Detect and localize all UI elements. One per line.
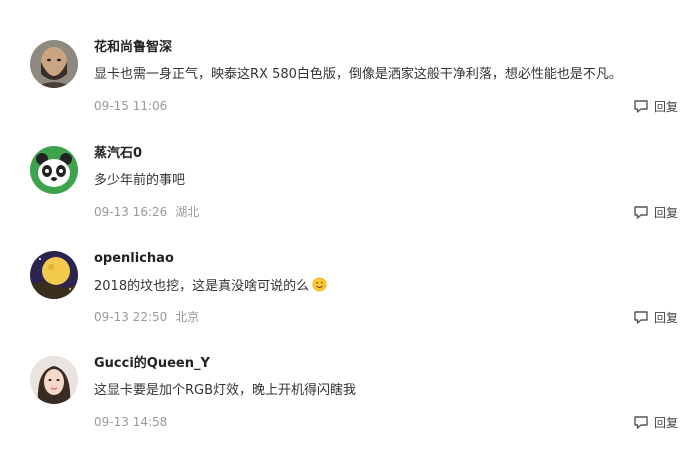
reply-label: 回复 [653, 99, 678, 114]
comment-meta: 09-15 11:06 [94, 98, 167, 114]
comment-meta: 09-13 22:50 北京 [94, 309, 199, 325]
reply-button[interactable]: 回复 [633, 413, 678, 431]
moon-night-avatar-icon [30, 251, 78, 299]
reply-button[interactable]: 回复 [633, 203, 678, 221]
comment-item: Gucci的Queen_Y 这显卡要是加个RGB灯效，晚上开机得闪瞎我 09-1… [0, 356, 686, 460]
comment-list: 花和尚鲁智深 显卡也需一身正气，映泰这RX 580白色版，倒像是洒家这般干净利落… [0, 0, 686, 449]
comment-time: 09-15 11:06 [94, 99, 168, 113]
comment-location: 北京 [175, 310, 200, 324]
username[interactable]: Gucci的Queen_Y [94, 356, 210, 372]
comment-text-body: 2018的坟也挖，这是真没啥可说的么 [94, 279, 310, 294]
comment-item: 花和尚鲁智深 显卡也需一身正气，映泰这RX 580白色版，倒像是洒家这般干净利落… [0, 40, 686, 144]
username[interactable]: openlichao [94, 251, 174, 267]
user-avatar[interactable] [30, 146, 78, 194]
comment-bubble-icon [634, 311, 648, 324]
reply-button[interactable]: 回复 [633, 97, 678, 115]
user-avatar[interactable] [30, 251, 78, 299]
comment-item: openlichao 2018的坟也挖，这是真没啥可说的么 09-13 22:5… [0, 251, 686, 355]
comment-text: 2018的坟也挖，这是真没啥可说的么 [94, 277, 327, 296]
comment-bubble-icon [634, 206, 648, 219]
username[interactable]: 蒸汽石0 [94, 146, 142, 162]
bearded-man-avatar-icon [30, 40, 78, 88]
reply-label: 回复 [653, 205, 678, 220]
user-avatar[interactable] [30, 40, 78, 88]
comment-bubble-icon [634, 416, 648, 429]
comment-text: 这显卡要是加个RGB灯效，晚上开机得闪瞎我 [94, 383, 357, 398]
comment-item: 蒸汽石0 多少年前的事吧 09-13 16:26 湖北 回复 [0, 146, 686, 250]
reply-button[interactable]: 回复 [633, 308, 678, 326]
comment-time: 09-13 22:50 [94, 310, 168, 324]
comment-text: 多少年前的事吧 [94, 173, 186, 188]
comment-bubble-icon [634, 100, 648, 113]
reply-label: 回复 [653, 310, 678, 325]
panda-avatar-icon [30, 146, 78, 194]
comment-time: 09-13 16:26 [94, 205, 168, 219]
comment-meta: 09-13 16:26 湖北 [94, 204, 199, 220]
username[interactable]: 花和尚鲁智深 [94, 40, 172, 56]
reply-label: 回复 [653, 415, 678, 430]
woman-portrait-avatar-icon [30, 356, 78, 404]
comment-text: 显卡也需一身正气，映泰这RX 580白色版，倒像是洒家这般干净利落，想必性能也是… [94, 67, 622, 82]
comment-time: 09-13 14:58 [94, 415, 168, 429]
smiling-face-emoji-icon [312, 277, 327, 292]
comment-location: 湖北 [175, 205, 200, 219]
comment-meta: 09-13 14:58 [94, 414, 167, 430]
user-avatar[interactable] [30, 356, 78, 404]
